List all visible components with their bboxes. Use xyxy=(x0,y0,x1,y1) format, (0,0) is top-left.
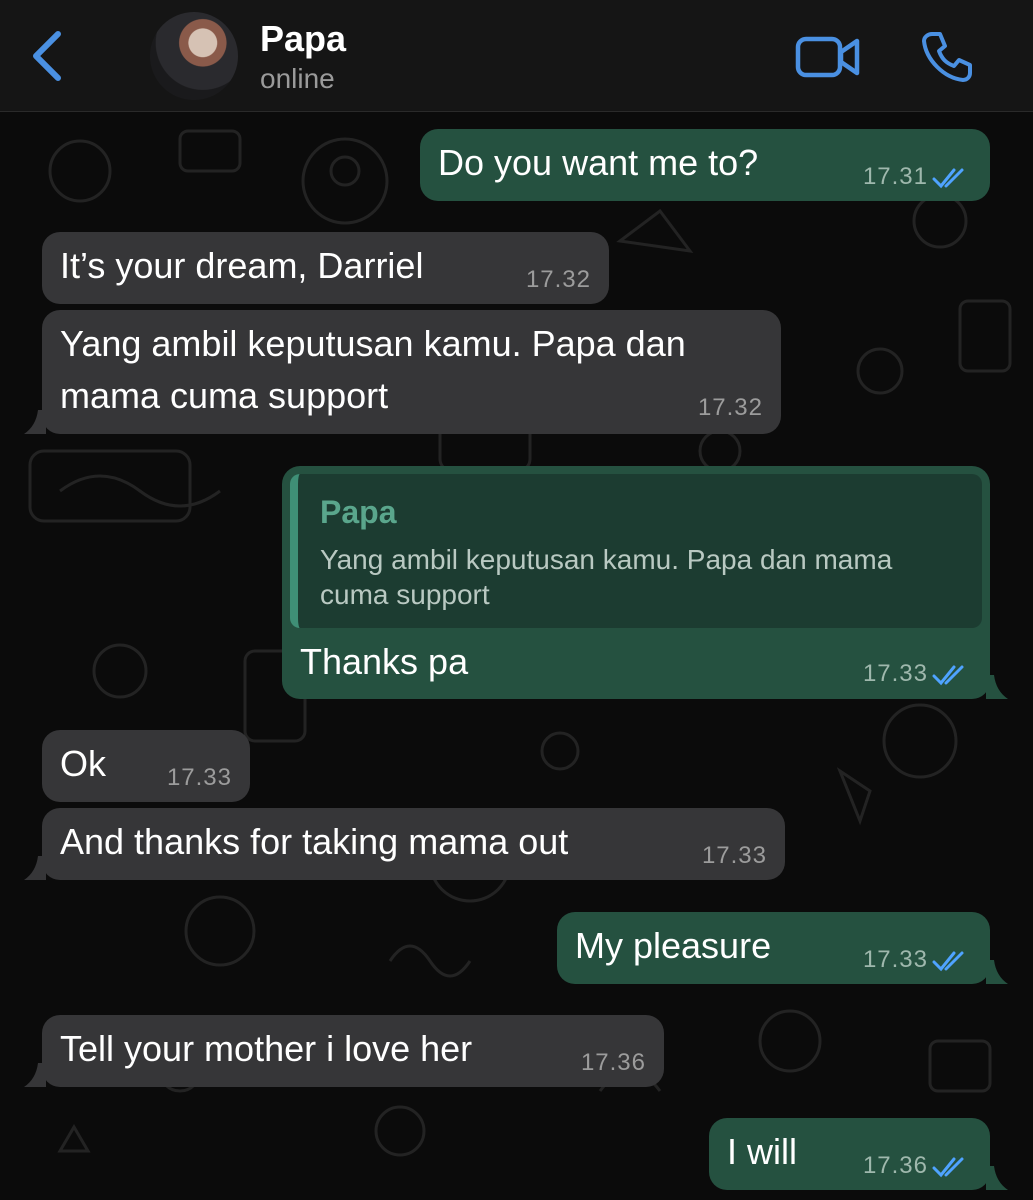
bubble-tail xyxy=(24,1063,46,1087)
read-receipt-icon xyxy=(932,168,964,189)
message-time: 17.36 xyxy=(580,1049,646,1076)
message-outgoing[interactable]: I will 17.36 xyxy=(709,1118,990,1190)
message-time: 17.33 xyxy=(862,660,928,687)
message-time: 17.32 xyxy=(525,266,591,293)
chat-header: Papa online xyxy=(0,0,1033,112)
message-outgoing[interactable]: Do you want me to? 17.31 xyxy=(420,129,990,201)
read-receipt-icon xyxy=(932,951,964,972)
bubble-tail xyxy=(986,960,1008,984)
voice-call-button[interactable] xyxy=(920,30,974,84)
message-text: It’s your dream, Darriel xyxy=(60,245,424,286)
video-call-button[interactable] xyxy=(795,34,861,80)
message-text: And thanks for taking mama out xyxy=(60,821,569,862)
chevron-left-icon xyxy=(33,31,61,81)
message-time: 17.33 xyxy=(166,764,232,791)
bubble-tail xyxy=(986,1166,1008,1190)
message-incoming[interactable]: And thanks for taking mama out 17.33 xyxy=(42,808,785,880)
message-text: Thanks pa xyxy=(300,641,469,682)
message-time: 17.36 xyxy=(862,1152,928,1179)
message-outgoing[interactable]: My pleasure 17.33 xyxy=(557,912,990,984)
contact-status: online xyxy=(260,63,335,94)
message-time: 17.33 xyxy=(862,946,928,973)
message-time: 17.31 xyxy=(862,163,928,190)
message-incoming[interactable]: It’s your dream, Darriel 17.32 xyxy=(42,232,609,304)
back-button[interactable] xyxy=(26,26,76,86)
quote-author: Papa xyxy=(320,494,397,530)
message-incoming[interactable]: Yang ambil keputusan kamu. Papa dan mama… xyxy=(42,310,781,434)
message-text: Do you want me to? xyxy=(438,142,759,183)
message-text: Ok xyxy=(60,743,107,784)
message-incoming[interactable]: Ok 17.33 xyxy=(42,730,250,802)
message-time: 17.33 xyxy=(701,842,767,869)
quote-text: Yang ambil keputusan kamu. Papa dan mama… xyxy=(320,544,893,610)
message-text: Yang ambil keputusan kamu. Papa dan mama… xyxy=(60,323,686,416)
message-incoming[interactable]: Tell your mother i love her 17.36 xyxy=(42,1015,664,1087)
phone-icon xyxy=(922,32,972,82)
contact-name[interactable]: Papa xyxy=(260,18,346,60)
message-text: I will xyxy=(727,1131,797,1172)
message-outgoing-reply[interactable]: Papa Yang ambil keputusan kamu. Papa dan… xyxy=(282,466,990,699)
read-receipt-icon xyxy=(932,665,964,686)
bubble-tail xyxy=(24,410,46,434)
bubble-tail xyxy=(24,856,46,880)
bubble-tail xyxy=(986,675,1008,699)
chat-area[interactable]: Do you want me to? 17.31 It’s your dream… xyxy=(0,111,1033,1200)
message-text: My pleasure xyxy=(575,925,772,966)
video-camera-icon xyxy=(795,36,860,78)
message-text: Tell your mother i love her xyxy=(60,1028,473,1069)
contact-avatar[interactable] xyxy=(150,12,238,100)
quoted-message[interactable]: Papa Yang ambil keputusan kamu. Papa dan… xyxy=(290,474,982,628)
read-receipt-icon xyxy=(932,1157,964,1178)
message-time: 17.32 xyxy=(697,394,763,421)
